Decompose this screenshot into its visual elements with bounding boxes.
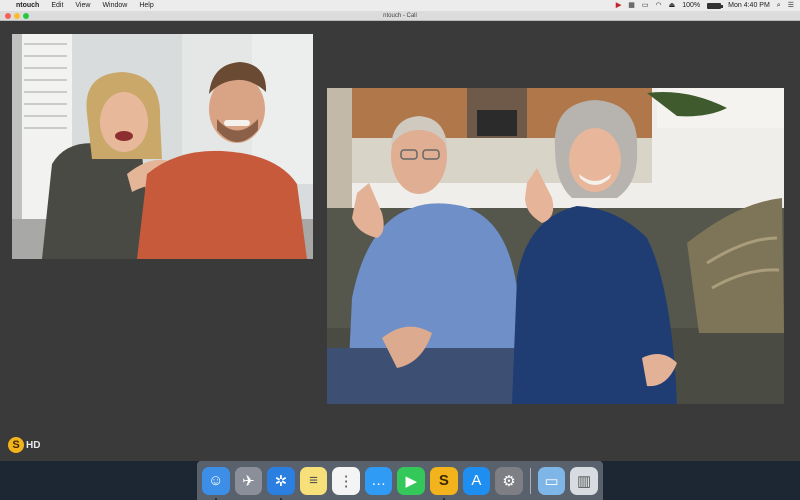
menu-view[interactable]: View: [75, 2, 90, 9]
menu-edit[interactable]: Edit: [51, 2, 63, 9]
battery-icon[interactable]: [707, 2, 724, 9]
dock-item-reminders[interactable]: ⋮: [332, 466, 360, 495]
clock[interactable]: Mon 4:40 PM: [728, 2, 770, 9]
running-indicator: [279, 497, 282, 500]
wifi-icon[interactable]: ◠: [656, 0, 662, 11]
dock-item-safari[interactable]: ✲: [267, 466, 295, 500]
running-indicator: [442, 497, 445, 500]
self-view-video[interactable]: [12, 34, 313, 259]
search-icon[interactable]: ⌕: [777, 0, 781, 11]
battery-percent: 100%: [682, 2, 701, 9]
window-title: ntouch - Call: [383, 12, 417, 19]
dock-item-trash[interactable]: ▥: [570, 466, 598, 495]
dock-item-downloads[interactable]: ▭: [537, 466, 566, 495]
dock-item-launchpad[interactable]: ✈: [234, 466, 263, 495]
dock-item-ntouch[interactable]: S: [430, 466, 458, 500]
ntouch-logo-icon: S: [8, 437, 24, 453]
display-status-icon[interactable]: ▭: [642, 0, 649, 11]
gear-icon: ⚙: [502, 472, 516, 490]
call-window: ntouch - Call S HD: [0, 11, 800, 461]
menu-help[interactable]: Help: [139, 2, 153, 9]
ntouch-hd-logo: S HD: [8, 437, 40, 453]
minimize-window-icon[interactable]: [14, 13, 20, 19]
menu-bar: ntouch Edit View Window Help ▶ ▦ ▭ ◠ ⏏ 1…: [0, 0, 800, 11]
dock-item-app-store[interactable]: A: [462, 466, 491, 495]
app-status-icon[interactable]: ▶: [616, 0, 621, 11]
window-controls: [5, 13, 29, 19]
grid-status-icon[interactable]: ▦: [628, 0, 635, 11]
close-window-icon[interactable]: [5, 13, 11, 19]
rocket-icon: ✈: [242, 472, 255, 490]
video-camera-icon: ▶: [405, 472, 418, 490]
dock-item-messages[interactable]: …: [364, 466, 393, 495]
folder-icon: ▭: [544, 472, 559, 490]
dock: ☺ ✈ ✲ ≡ ⋮ … ▶ S A ⚙ ▭ ▥: [197, 461, 603, 500]
compass-icon: ✲: [274, 472, 288, 490]
dock-item-system-preferences[interactable]: ⚙: [495, 466, 523, 495]
ntouch-icon: S: [438, 472, 449, 489]
notes-icon: ≡: [309, 472, 318, 489]
eject-icon[interactable]: ⏏: [669, 0, 676, 11]
dock-item-facetime[interactable]: ▶: [397, 466, 426, 495]
dock-item-notes[interactable]: ≡: [299, 466, 328, 495]
remote-participant-video[interactable]: [327, 88, 784, 404]
finder-icon: ☺: [208, 472, 224, 489]
running-indicator: [214, 497, 217, 500]
hd-label: HD: [26, 439, 41, 451]
chat-icon: …: [371, 472, 387, 489]
title-bar[interactable]: ntouch - Call: [0, 11, 800, 21]
notification-center-icon[interactable]: ☰: [788, 0, 794, 11]
list-icon: ⋮: [338, 472, 354, 490]
dock-separator: [529, 467, 531, 494]
status-area: ▶ ▦ ▭ ◠ ⏏ 100% Mon 4:40 PM ⌕ ☰: [616, 0, 794, 11]
dock-item-finder[interactable]: ☺: [202, 466, 230, 500]
menu-app-name[interactable]: ntouch: [16, 2, 39, 9]
app-store-icon: A: [471, 472, 482, 489]
zoom-window-icon[interactable]: [23, 13, 29, 19]
menu-window[interactable]: Window: [102, 2, 127, 9]
trash-icon: ▥: [577, 472, 592, 490]
